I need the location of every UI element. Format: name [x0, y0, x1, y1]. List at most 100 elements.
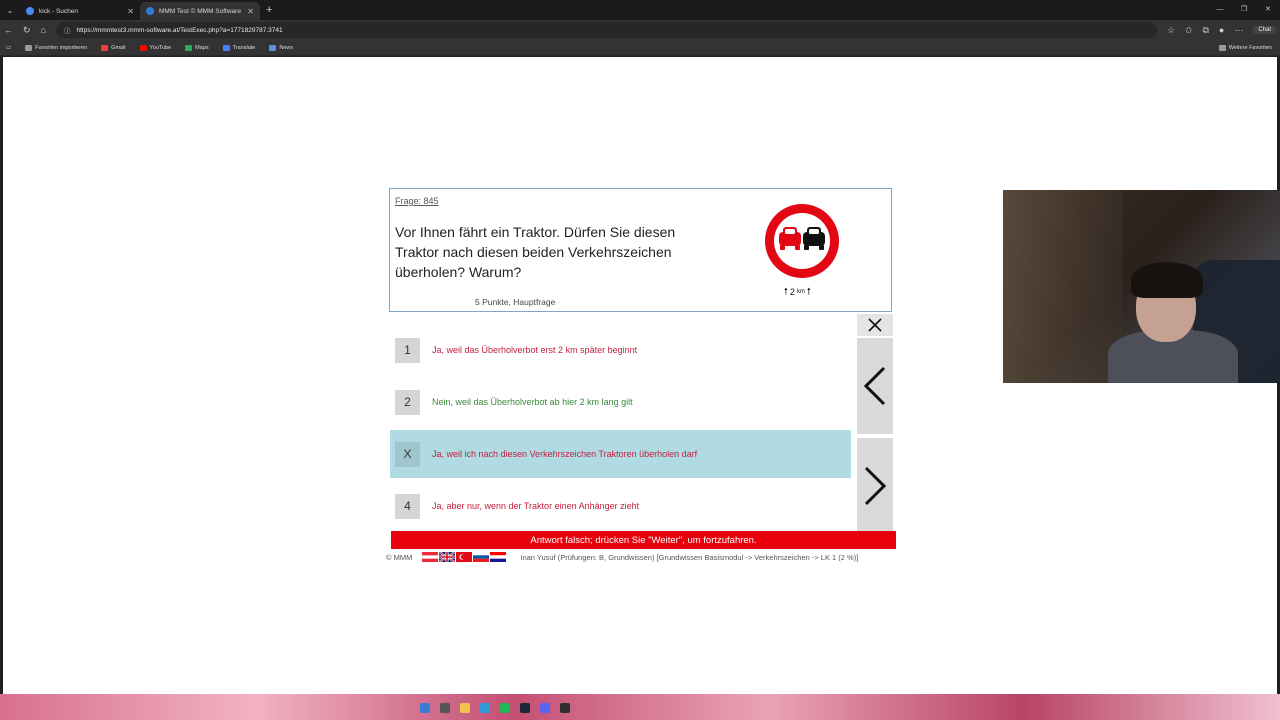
- profile-icon[interactable]: ●: [1219, 25, 1224, 35]
- bookmark-label: Gmail: [111, 44, 126, 51]
- sidebar-toggle-icon[interactable]: ▭: [6, 45, 11, 51]
- question-points: 5 Punkte, Hauptfrage: [475, 297, 556, 307]
- flag-croatia-icon[interactable]: [490, 552, 507, 562]
- copyright: © MMM: [386, 552, 413, 562]
- favorite-star-icon[interactable]: ☆: [1167, 25, 1175, 36]
- close-icon: [868, 318, 882, 332]
- footer: © MMM Inan Yusuf (Prüfungen: B, Grundwis…: [386, 551, 906, 563]
- favorites-icon[interactable]: ✩: [1185, 25, 1193, 36]
- tab-title: MMM Test © MMM Software 2025: [159, 7, 242, 15]
- bookmark-youtube[interactable]: YouTube: [139, 44, 172, 51]
- browser-tab-bar: ⌄ kick - Suchen ✕ MMM Test © MMM Softwar…: [0, 0, 1280, 20]
- arrow-up-icon: 🠕: [806, 286, 811, 296]
- next-button[interactable]: [857, 438, 893, 534]
- bookmark-label: Translate: [232, 44, 256, 51]
- bookmarks-bar: ▭ Favoriten importieren Gmail YouTube Ma…: [0, 40, 1280, 56]
- translate-icon: [222, 44, 230, 51]
- folder-icon: [1218, 45, 1226, 51]
- start-icon[interactable]: [420, 703, 430, 713]
- close-tab-icon[interactable]: ✕: [127, 7, 134, 16]
- tab-actions-icon[interactable]: ⌄: [0, 0, 20, 20]
- answer-option[interactable]: 1 Ja, weil das Überholverbot erst 2 km s…: [390, 326, 851, 374]
- bookmark-import[interactable]: Favoriten importieren: [25, 44, 88, 51]
- close-window-icon[interactable]: ✕: [1256, 0, 1280, 20]
- webcam-light: [1003, 190, 1123, 383]
- browser-toolbar: ← ↻ ⌂ ⓘ https://mmmtest3.mmm-software.at…: [0, 20, 1280, 40]
- answer-option[interactable]: 4 Ja, aber nur, wenn der Traktor einen A…: [390, 482, 851, 530]
- status-message: Antwort falsch; drücken Sie "Weiter", um…: [391, 531, 896, 549]
- question-box: Frage: 845 Vor Ihnen fährt ein Traktor. …: [389, 188, 892, 312]
- no-overtaking-sign-icon: [765, 204, 839, 278]
- browser-tab-2[interactable]: MMM Test © MMM Software 2025 ✕: [140, 2, 260, 20]
- answer-list: 1 Ja, weil das Überholverbot erst 2 km s…: [390, 326, 851, 534]
- obs-icon[interactable]: [560, 703, 570, 713]
- chat-button[interactable]: Chat: [1253, 26, 1276, 34]
- taskbar: [0, 694, 1280, 720]
- language-flags: [422, 552, 507, 562]
- flag-turkey-icon[interactable]: [456, 552, 473, 562]
- bookmark-translate[interactable]: Translate: [222, 44, 256, 51]
- arrow-up-icon: 🠕: [784, 286, 788, 296]
- reload-icon[interactable]: ↻: [23, 25, 31, 36]
- answer-option[interactable]: 2 Nein, weil das Überholverbot ab hier 2…: [390, 378, 851, 426]
- candidate-info: Inan Yusuf (Prüfungen: B, Grundwissen) […: [520, 552, 859, 562]
- bookmark-label: YouTube: [149, 44, 172, 51]
- window-controls: — ❐ ✕: [1208, 0, 1280, 20]
- file-explorer-icon[interactable]: [460, 703, 470, 713]
- bookmark-label: Favoriten importieren: [35, 44, 88, 51]
- back-icon[interactable]: ←: [4, 25, 13, 35]
- more-favorites[interactable]: Weitere Favoriten: [1218, 40, 1272, 56]
- new-tab-icon[interactable]: +: [266, 4, 272, 16]
- bookmark-label: News: [279, 44, 294, 51]
- answer-option-selected[interactable]: X Ja, weil ich nach diesen Verkehrszeich…: [390, 430, 851, 478]
- answer-marker: 2: [395, 389, 420, 415]
- flag-slovenia-icon[interactable]: [473, 552, 490, 562]
- maps-icon: [185, 44, 193, 51]
- collections-icon[interactable]: ⧉: [1202, 25, 1208, 36]
- bookmark-maps[interactable]: Maps: [185, 44, 209, 51]
- webcam-person-hair: [1131, 262, 1203, 298]
- home-icon[interactable]: ⌂: [41, 25, 46, 35]
- browser-icon[interactable]: [480, 703, 490, 713]
- browser-tab-1[interactable]: kick - Suchen ✕: [20, 2, 140, 20]
- answer-label: Nein, weil das Überholverbot ab hier 2 k…: [432, 397, 633, 407]
- previous-button[interactable]: [857, 338, 893, 434]
- question-number: Frage: 845: [395, 196, 439, 206]
- youtube-icon: [139, 44, 147, 51]
- answer-marker: 4: [395, 493, 420, 519]
- question-text: Vor Ihnen fährt ein Traktor. Dürfen Sie …: [395, 224, 676, 280]
- distance-value: 2: [789, 287, 795, 297]
- tab-title: kick - Suchen: [39, 7, 79, 15]
- bookmark-label: Maps: [195, 44, 209, 51]
- answer-marker: 1: [395, 337, 420, 363]
- news-icon: [269, 44, 277, 51]
- flag-uk-icon[interactable]: [439, 552, 456, 562]
- close-tab-icon[interactable]: ✕: [247, 7, 254, 16]
- bookmark-gmail[interactable]: Gmail: [101, 44, 126, 51]
- taskbar-icons: [420, 703, 570, 715]
- more-favorites-label: Weitere Favoriten: [1228, 45, 1272, 51]
- flag-austria-icon[interactable]: [422, 552, 439, 562]
- distance-unit: km: [796, 289, 805, 295]
- chevron-left-icon: [863, 366, 886, 406]
- search-icon[interactable]: [440, 703, 450, 713]
- answer-label: Ja, weil ich nach diesen Verkehrszeichen…: [432, 449, 698, 459]
- site-favicon-icon: [146, 7, 154, 15]
- address-bar[interactable]: ⓘ https://mmmtest3.mmm-software.at/TestE…: [55, 22, 1157, 38]
- answer-marker: X: [395, 441, 420, 467]
- gmail-icon: [101, 44, 109, 51]
- answer-label: Ja, aber nur, wenn der Traktor einen Anh…: [432, 501, 640, 511]
- more-menu-icon[interactable]: ⋯: [1234, 25, 1243, 36]
- steam-icon[interactable]: [520, 703, 530, 713]
- close-button[interactable]: [857, 314, 893, 336]
- answer-label: Ja, weil das Überholverbot erst 2 km spä…: [432, 345, 638, 355]
- restore-icon[interactable]: ❐: [1232, 0, 1256, 20]
- discord-icon[interactable]: [540, 703, 550, 713]
- spotify-icon[interactable]: [500, 703, 510, 713]
- site-info-icon[interactable]: ⓘ: [64, 25, 71, 35]
- folder-icon: [25, 44, 33, 51]
- minimize-icon[interactable]: —: [1208, 0, 1232, 20]
- bookmark-news[interactable]: News: [269, 44, 294, 51]
- search-favicon-icon: [26, 7, 34, 15]
- webcam-overlay: [1003, 190, 1280, 383]
